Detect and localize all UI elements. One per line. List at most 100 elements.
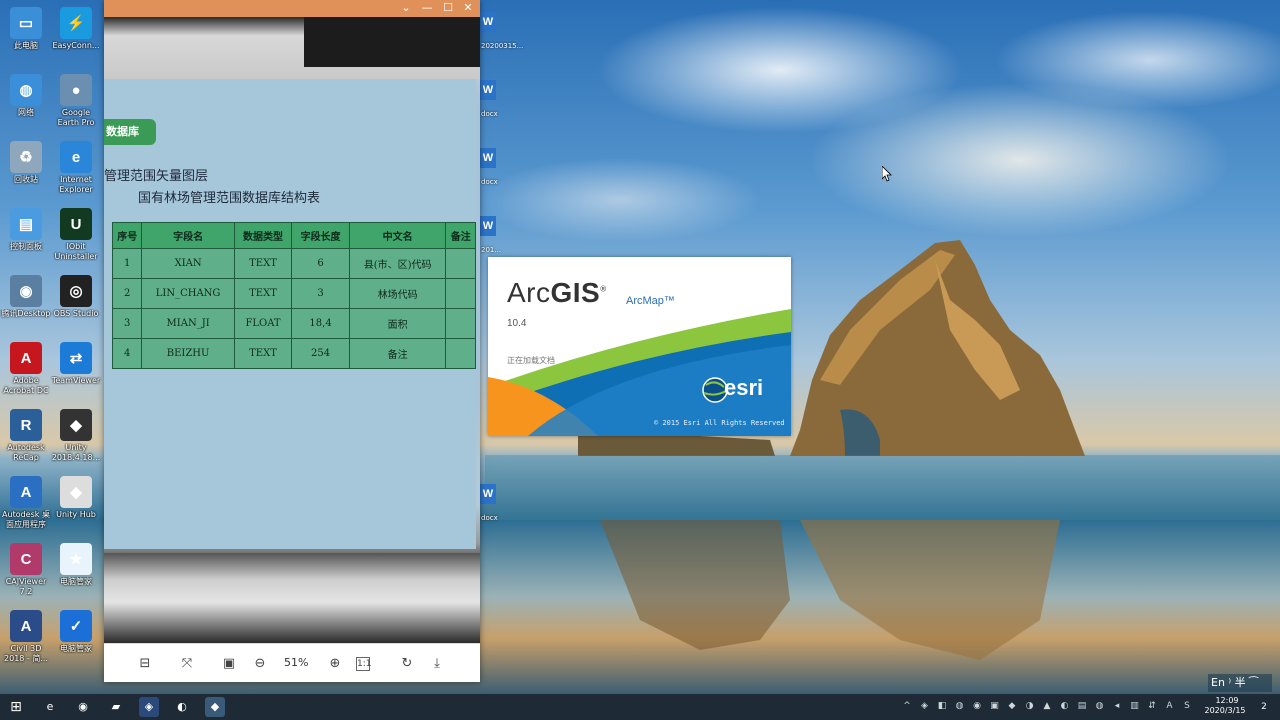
- desktop-icon[interactable]: ▭ 此电脑: [0, 5, 52, 73]
- desktop-icon[interactable]: ◆ Unity Hub: [50, 474, 102, 542]
- table-row: 1 XIAN TEXT 6 县(市、区)代码: [111, 248, 476, 279]
- db-badge: 数据库: [104, 119, 156, 145]
- table-cell: 面积: [348, 308, 447, 339]
- word-file-icon[interactable]: W: [480, 216, 496, 236]
- table-cell: TEXT: [233, 248, 293, 279]
- desktop-icon[interactable]: ◎ OBS Studio: [50, 273, 102, 341]
- taskbar-app-icon[interactable]: ◆: [205, 697, 225, 717]
- viewer-toolbar: ⊟ ⤧ ▣ ⊖ 51% ⊕ 1:1 ↻ ⤓: [104, 643, 480, 682]
- tray-icon[interactable]: S: [1181, 700, 1193, 712]
- app-icon: ▤: [10, 208, 42, 240]
- table-header-cell: 序号: [111, 222, 143, 249]
- desktop-icon[interactable]: ⇄ TeamViewer: [50, 340, 102, 408]
- tray-icon[interactable]: ◂: [1111, 700, 1123, 712]
- fit-page-icon[interactable]: ⊟: [135, 654, 155, 674]
- tray-icon[interactable]: ◉: [971, 700, 983, 712]
- app-icon: C: [10, 543, 42, 575]
- tray-icon[interactable]: ▤: [1076, 700, 1088, 712]
- desktop-icon[interactable]: ◆ Unity 2018.4.18...: [50, 407, 102, 475]
- tray-icon[interactable]: ⇵: [1146, 700, 1158, 712]
- photo-bottom-background: [104, 553, 480, 643]
- word-file-icon[interactable]: W: [480, 484, 496, 504]
- desktop-icon[interactable]: A Autodesk 桌面应用程序: [0, 474, 52, 542]
- app-icon: ▭: [10, 7, 42, 39]
- desktop-icon[interactable]: R Autodesk ReCap: [0, 407, 52, 475]
- desktop-icon[interactable]: U IObit Uninstaller: [50, 206, 102, 274]
- table-cell: 6: [291, 248, 350, 279]
- tray-icon[interactable]: ▣: [989, 700, 1001, 712]
- image-viewer-window[interactable]: ⌄ — ☐ ✕ 数据库 管理范围矢量图层 国有林场管理范围数据库结构表 序号 字段…: [104, 0, 480, 682]
- desktop-icon[interactable]: ✓ 电脑管家: [50, 608, 102, 676]
- desktop-icon[interactable]: ▤ 控制面板: [0, 206, 52, 274]
- fullscreen-icon[interactable]: ⤧: [177, 654, 197, 674]
- desktop-icon[interactable]: A Adobe Acrobat DC: [0, 340, 52, 408]
- table-cell: BEIZHU: [141, 338, 235, 369]
- desktop-icon-label: Google Earth Pro: [57, 108, 95, 127]
- desktop-icon-label: TeamViewer: [51, 376, 101, 385]
- chevron-down-icon[interactable]: ⌄: [396, 0, 416, 17]
- table-cell: 4: [111, 338, 143, 369]
- desktop-icon-label: Autodesk 桌面应用程序: [2, 510, 50, 529]
- table-cell: TEXT: [233, 278, 293, 309]
- app-icon: ◆: [60, 409, 92, 441]
- tray-icon[interactable]: ^: [901, 700, 913, 712]
- desktop-icon[interactable]: ⚡ EasyConn...: [50, 5, 102, 73]
- rotate-icon[interactable]: ↻: [397, 654, 417, 674]
- desktop-icon-label: IObit Uninstaller: [54, 242, 98, 261]
- clock-time[interactable]: 12:09: [1206, 696, 1248, 705]
- tray-icon[interactable]: A: [1164, 700, 1176, 712]
- table-cell: 1: [111, 248, 143, 279]
- table-cell: 2: [111, 278, 143, 309]
- desktop-icon[interactable]: ◉ 腾讯Desktop: [0, 273, 52, 341]
- maximize-button[interactable]: ☐: [438, 0, 458, 17]
- start-button[interactable]: ⊞: [6, 697, 26, 717]
- taskbar-app-icon[interactable]: ◉: [73, 697, 93, 717]
- tray-icon[interactable]: ◑: [1024, 700, 1036, 712]
- taskbar: ⊞ e ◉ ▰ ◈ ◐ ◆ ^ ◈ ◧ ◍ ◉ ▣ ◆ ◑ ▲ ◐ ▤ ◍ ◂ ▥ ⇵ A S 12:09 2020/3/…: [0, 694, 1280, 720]
- taskbar-app-icon[interactable]: e: [40, 697, 60, 717]
- desktop-icon[interactable]: ◍ 网络: [0, 72, 52, 140]
- table-cell: [445, 338, 476, 369]
- table-header-cell: 数据类型: [233, 222, 293, 249]
- tray-icon[interactable]: ◈: [919, 700, 931, 712]
- download-icon[interactable]: ⤓: [427, 654, 447, 674]
- desktop-icon[interactable]: e Internet Explorer: [50, 139, 102, 207]
- tray-icon[interactable]: ◆: [1006, 700, 1018, 712]
- desktop-icon[interactable]: ★ 电脑管家: [50, 541, 102, 609]
- desktop-icon-label: 控制面板: [10, 242, 42, 251]
- taskbar-app-icon[interactable]: ◐: [172, 697, 192, 717]
- copyright-text: © 2015 Esri All Rights Reserved: [654, 419, 785, 427]
- notification-icon[interactable]: 2: [1254, 697, 1274, 717]
- desktop-icon-label: Adobe Acrobat DC: [3, 376, 49, 395]
- zoom-in-icon[interactable]: ⊕: [325, 654, 345, 674]
- tray-icon[interactable]: ◧: [936, 700, 948, 712]
- taskbar-app-icon[interactable]: ▰: [106, 697, 126, 717]
- app-icon: ◎: [60, 275, 92, 307]
- zoom-out-icon[interactable]: ⊖: [250, 654, 270, 674]
- tray-icon[interactable]: ▥: [1129, 700, 1141, 712]
- tray-icon[interactable]: ◍: [954, 700, 966, 712]
- viewer-titlebar[interactable]: ⌄ — ☐ ✕: [104, 0, 480, 17]
- word-file-icon[interactable]: W: [480, 12, 496, 32]
- desktop-icon-label: Unity Hub: [56, 510, 96, 519]
- tray-icon[interactable]: ▲: [1041, 700, 1053, 712]
- tray-icon[interactable]: ◐: [1059, 700, 1071, 712]
- clock-date[interactable]: 2020/3/15: [1198, 706, 1252, 715]
- ime-status-bar[interactable]: En ⁾ 半 ⁀: [1208, 674, 1272, 692]
- word-file-icon[interactable]: W: [480, 80, 496, 100]
- taskbar-app-icon[interactable]: ◈: [139, 697, 159, 717]
- tray-icon[interactable]: ◍: [1094, 700, 1106, 712]
- table-row: 2 LIN_CHANG TEXT 3 林场代码: [111, 278, 476, 309]
- minimize-button[interactable]: —: [417, 0, 437, 17]
- desktop-icon[interactable]: ● Google Earth Pro: [50, 72, 102, 140]
- one-to-one-icon[interactable]: 1:1: [356, 657, 371, 671]
- app-icon: ◉: [10, 275, 42, 307]
- close-button[interactable]: ✕: [458, 0, 478, 17]
- word-file-icon[interactable]: W: [480, 148, 496, 168]
- desktop-icon[interactable]: C CAJViewer 7.2: [0, 541, 52, 609]
- desktop-icon-label: CAJViewer 7.2: [5, 577, 47, 596]
- desktop-icon[interactable]: A Civil 3D 2018 - 简...: [0, 608, 52, 676]
- actual-size-icon[interactable]: ▣: [219, 654, 239, 674]
- desktop-icon[interactable]: ♻ 回收站: [0, 139, 52, 207]
- table-body: 1 XIAN TEXT 6 县(市、区)代码 2 LIN_CHANG TEXT 3 林场代码 3 MI…: [111, 248, 476, 369]
